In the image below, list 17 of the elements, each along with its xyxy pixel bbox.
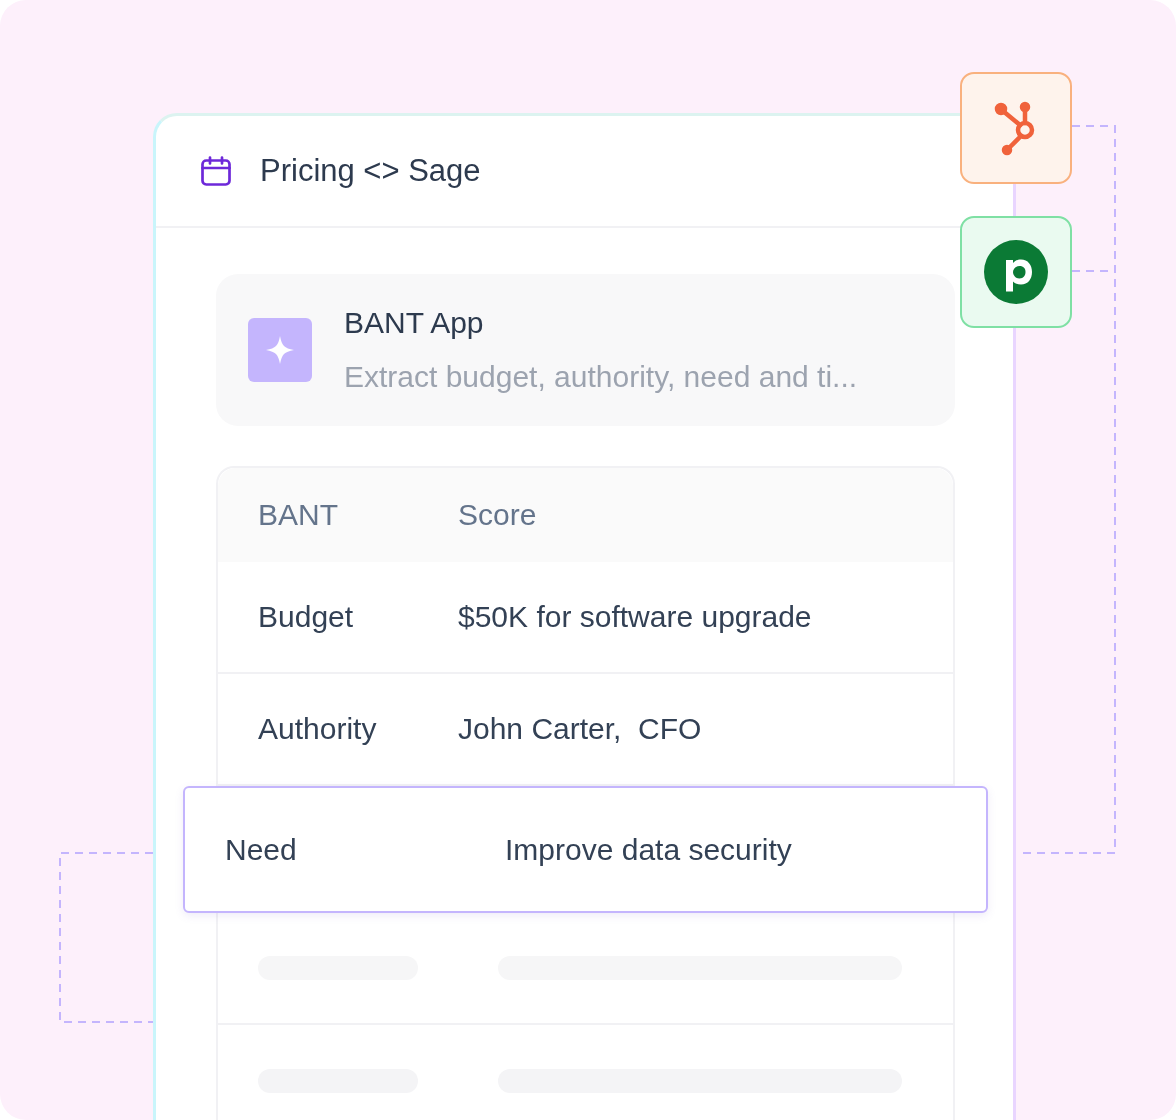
- table-cell: $50K for software upgrade: [458, 600, 812, 634]
- calendar-icon: [198, 153, 234, 189]
- table-cell-text: Authority: [257, 712, 378, 746]
- app-card[interactable]: BANT App Extract budget, authority, need and ti...: [216, 274, 955, 426]
- p-logo-tile[interactable]: [960, 216, 1072, 328]
- column-header: Score: [458, 498, 537, 532]
- app-description: Extract budget, authority, need and ti...: [344, 360, 858, 394]
- sparkle-icon: [248, 318, 312, 382]
- table-cell-text: Need: [224, 832, 298, 867]
- table-cell: John Carter, CFO: [458, 712, 702, 746]
- app-name: BANT App: [344, 306, 485, 340]
- hub-logo-tile[interactable]: [960, 72, 1072, 184]
- table-cell-text: Budget: [257, 600, 355, 634]
- card-title: Pricing <> Sage: [260, 153, 481, 189]
- column-header: BANT: [257, 498, 339, 532]
- table-cell: Improve data security: [505, 832, 792, 867]
- p-logo-icon: [984, 240, 1048, 304]
